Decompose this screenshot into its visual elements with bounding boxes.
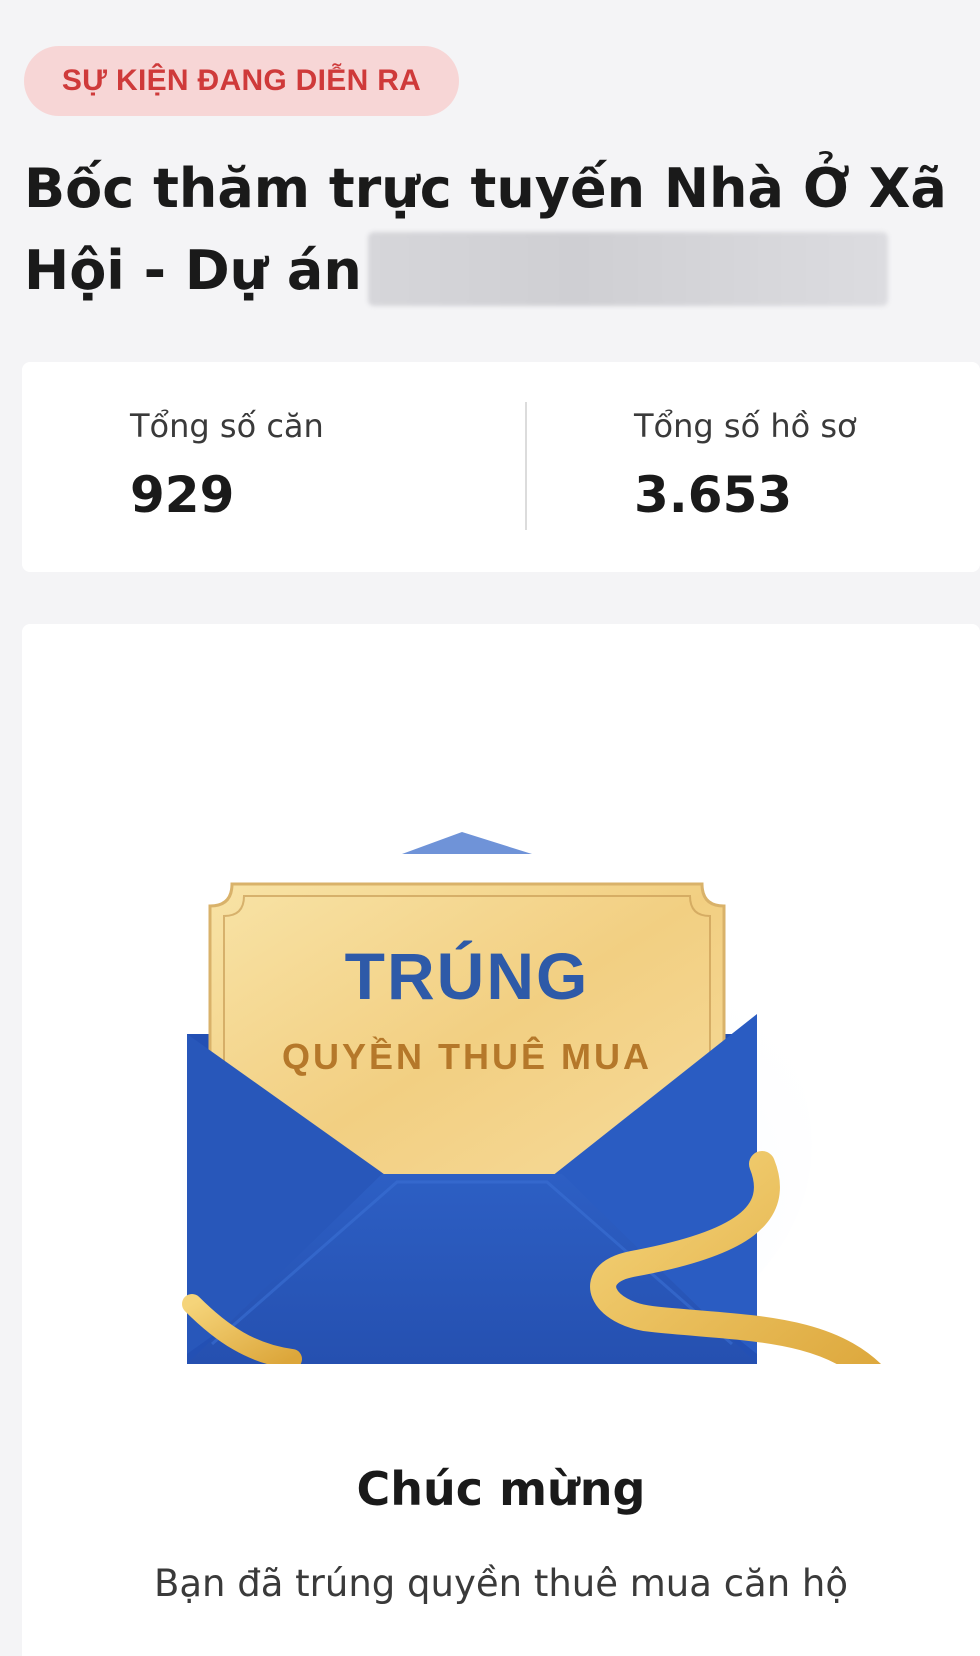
stat-label: Tổng số căn <box>130 407 324 445</box>
page-title-line-2: Hội - Dự án <box>24 230 964 312</box>
event-status-badge: SỰ KIỆN ĐANG DIỄN RA <box>24 46 459 116</box>
redacted-project-name <box>367 232 888 307</box>
result-card: TRÚNG QUYỀN THUÊ MUA Chúc mừng Bạn đã tr… <box>22 624 980 1656</box>
event-status-label: SỰ KIỆN ĐANG DIỄN RA <box>61 64 422 97</box>
stats-card: Tổng số căn 929 Tổng số hồ sơ 3.653 <box>22 362 980 572</box>
congrats-message: Bạn đã trúng quyền thuê mua căn hộ <box>153 1562 849 1605</box>
ticket-subtitle: QUYỀN THUÊ MUA <box>282 1035 652 1077</box>
stat-value: 929 <box>130 466 235 524</box>
envelope-illustration: TRÚNG QUYỀN THUÊ MUA <box>182 832 881 1364</box>
congrats-heading: Chúc mừng <box>356 1462 646 1516</box>
page-title: Bốc thăm trực tuyến Nhà Ở Xã Hội - Dự án <box>24 148 964 312</box>
stat-total-units: Tổng số căn 929 <box>130 406 324 522</box>
envelope-top-flap <box>402 832 532 854</box>
stat-value: 3.653 <box>634 466 793 524</box>
stat-total-applications: Tổng số hồ sơ 3.653 <box>634 406 857 522</box>
stat-label: Tổng số hồ sơ <box>634 407 857 445</box>
stats-divider <box>525 402 527 530</box>
ticket-title: TRÚNG <box>345 939 590 1013</box>
page-title-line-2-text: Hội - Dự án <box>24 239 362 302</box>
page-title-line-1: Bốc thăm trực tuyến Nhà Ở Xã <box>24 157 947 220</box>
